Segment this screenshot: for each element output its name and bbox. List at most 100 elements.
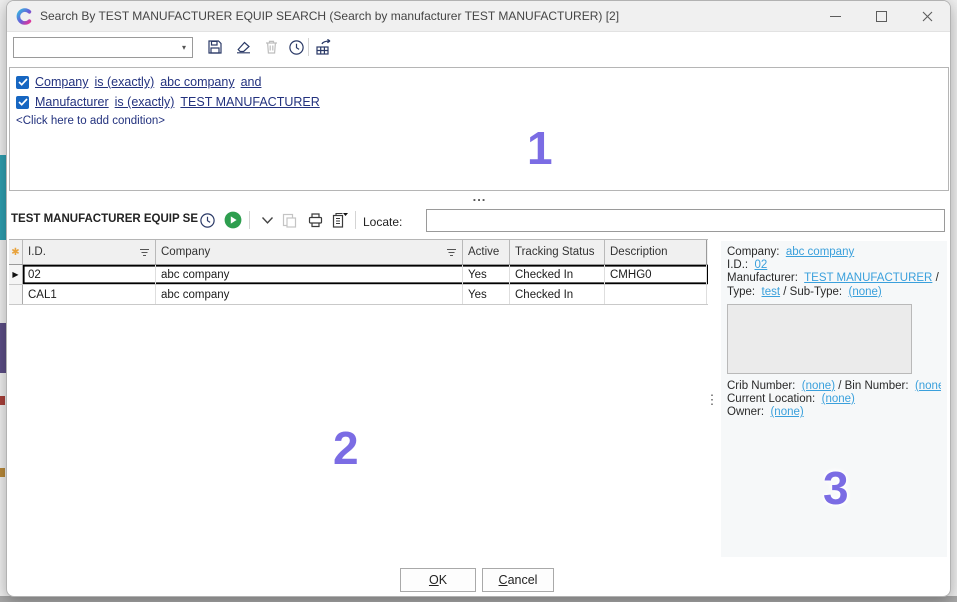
- cell-active[interactable]: Yes: [463, 265, 510, 284]
- id-link[interactable]: 02: [754, 259, 767, 271]
- app-logo-icon: [16, 8, 33, 25]
- splitter-grip-icon: ⋮: [706, 396, 719, 404]
- manufacturer-suffix: / Mo: [936, 272, 941, 284]
- titlebar[interactable]: Search By TEST MANUFACTURER EQUIP SEARCH…: [7, 1, 950, 32]
- save-search-button[interactable]: [205, 37, 225, 57]
- copy-button[interactable]: [329, 210, 349, 230]
- equipment-photo-placeholder: [727, 304, 912, 374]
- screen: Search By TEST MANUFACTURER EQUIP SEARCH…: [0, 0, 957, 602]
- vertical-splitter[interactable]: ⋮: [706, 387, 718, 413]
- more-options-button[interactable]: [257, 210, 277, 230]
- sort-icon[interactable]: [446, 248, 457, 257]
- maximize-button[interactable]: [858, 1, 904, 31]
- current-location-link[interactable]: (none): [822, 393, 855, 405]
- table-row[interactable]: ▶ 02 abc company Yes Checked In CMHG0: [9, 265, 708, 285]
- condition-operator-link[interactable]: is (exactly): [95, 75, 155, 89]
- saved-search-combobox[interactable]: ▾: [13, 37, 193, 58]
- condition-checkbox[interactable]: [16, 76, 29, 89]
- condition-field-link[interactable]: Company: [35, 75, 89, 89]
- cell-active[interactable]: Yes: [463, 285, 510, 304]
- toolbar-separator: [308, 38, 309, 56]
- selected-row-icon: ▶: [12, 270, 18, 279]
- owner-label: Owner:: [727, 406, 764, 418]
- run-icon: [224, 211, 242, 229]
- close-button[interactable]: [904, 1, 950, 31]
- locate-label: Locate:: [363, 215, 402, 229]
- bin-number-link[interactable]: (none): [915, 380, 941, 392]
- cell-company[interactable]: abc company: [156, 285, 463, 304]
- minimize-icon: [830, 16, 841, 17]
- new-row-indicator-cell: ✱: [9, 240, 23, 264]
- column-header-description[interactable]: Description: [605, 240, 707, 264]
- results-history-button[interactable]: [197, 210, 217, 230]
- show-grid-icon: [315, 39, 335, 56]
- type-link[interactable]: test: [762, 286, 781, 298]
- condition-panel: Company is (exactly) abc company and Man…: [9, 67, 949, 191]
- watermark-2: 2: [333, 421, 359, 475]
- results-table: ✱ I.D. Company Active Tracking Status De…: [9, 239, 708, 305]
- cancel-button[interactable]: Cancel: [482, 568, 554, 592]
- crib-number-label: Crib Number:: [727, 380, 795, 392]
- paste-button[interactable]: [279, 210, 299, 230]
- condition-field-link[interactable]: Manufacturer: [35, 95, 109, 109]
- chevron-down-icon: [261, 216, 274, 225]
- cell-company[interactable]: abc company: [156, 265, 463, 284]
- sort-icon[interactable]: [139, 248, 150, 257]
- condition-conjunction-link[interactable]: and: [241, 75, 262, 89]
- subtype-label: / Sub-Type:: [783, 286, 842, 298]
- horizontal-splitter[interactable]: ...: [7, 191, 951, 203]
- column-header-id[interactable]: I.D.: [23, 240, 156, 264]
- combo-dropdown-icon[interactable]: ▾: [176, 38, 192, 57]
- manufacturer-link[interactable]: TEST MANUFACTURER: [804, 272, 932, 284]
- column-header-company[interactable]: Company: [156, 240, 463, 264]
- table-row[interactable]: CAL1 abc company Yes Checked In: [9, 285, 708, 305]
- cell-description[interactable]: [605, 285, 707, 304]
- clear-conditions-button[interactable]: [233, 37, 253, 57]
- saved-search-input[interactable]: [14, 39, 176, 56]
- results-title: TEST MANUFACTURER EQUIP SE: [11, 213, 198, 225]
- condition-checkbox[interactable]: [16, 96, 29, 109]
- save-icon: [207, 39, 223, 55]
- row-selector-cell: [9, 285, 23, 304]
- cell-description[interactable]: CMHG0: [605, 265, 707, 284]
- subtype-link[interactable]: (none): [848, 286, 881, 298]
- condition-row: Manufacturer is (exactly) TEST MANUFACTU…: [16, 92, 942, 112]
- print-button[interactable]: [305, 210, 325, 230]
- maximize-icon: [876, 11, 887, 22]
- run-search-button[interactable]: [223, 210, 243, 230]
- condition-value-link[interactable]: abc company: [160, 75, 234, 89]
- cell-tracking-status[interactable]: Checked In: [510, 285, 605, 304]
- row-selector-cell: ▶: [9, 265, 23, 284]
- column-header-active[interactable]: Active: [463, 240, 510, 264]
- condition-value-link[interactable]: TEST MANUFACTURER: [180, 95, 319, 109]
- cell-id[interactable]: 02: [23, 265, 156, 284]
- add-condition-link[interactable]: <Click here to add condition>: [16, 115, 942, 127]
- ok-button[interactable]: OK: [400, 568, 476, 592]
- paste-icon: [281, 212, 298, 229]
- column-header-tracking-status[interactable]: Tracking Status: [510, 240, 605, 264]
- minimize-button[interactable]: [812, 1, 858, 31]
- cell-id[interactable]: CAL1: [23, 285, 156, 304]
- detail-panel: Company: abc company I.D.: 02 Manufactur…: [721, 241, 947, 557]
- history-icon: [288, 39, 305, 56]
- search-history-button[interactable]: [286, 37, 306, 57]
- condition-operator-link[interactable]: is (exactly): [115, 95, 175, 109]
- background-fragment-red: [0, 396, 5, 405]
- cell-tracking-status[interactable]: Checked In: [510, 265, 605, 284]
- show-in-grid-button[interactable]: [313, 37, 337, 57]
- trash-icon: [264, 39, 279, 55]
- current-location-label: Current Location:: [727, 393, 815, 405]
- crib-number-link[interactable]: (none): [802, 380, 835, 392]
- window-title: Search By TEST MANUFACTURER EQUIP SEARCH…: [40, 9, 812, 23]
- id-label: I.D.:: [727, 259, 748, 271]
- locate-input[interactable]: [426, 209, 945, 232]
- manufacturer-label: Manufacturer:: [727, 272, 798, 284]
- copy-icon: [330, 212, 349, 229]
- type-label: Type:: [727, 286, 755, 298]
- delete-search-button[interactable]: [261, 37, 281, 57]
- company-link[interactable]: abc company: [786, 246, 854, 258]
- history-icon: [199, 212, 216, 229]
- owner-link[interactable]: (none): [770, 406, 803, 418]
- splitter-grip-icon: ...: [473, 194, 487, 200]
- close-icon: [922, 11, 933, 22]
